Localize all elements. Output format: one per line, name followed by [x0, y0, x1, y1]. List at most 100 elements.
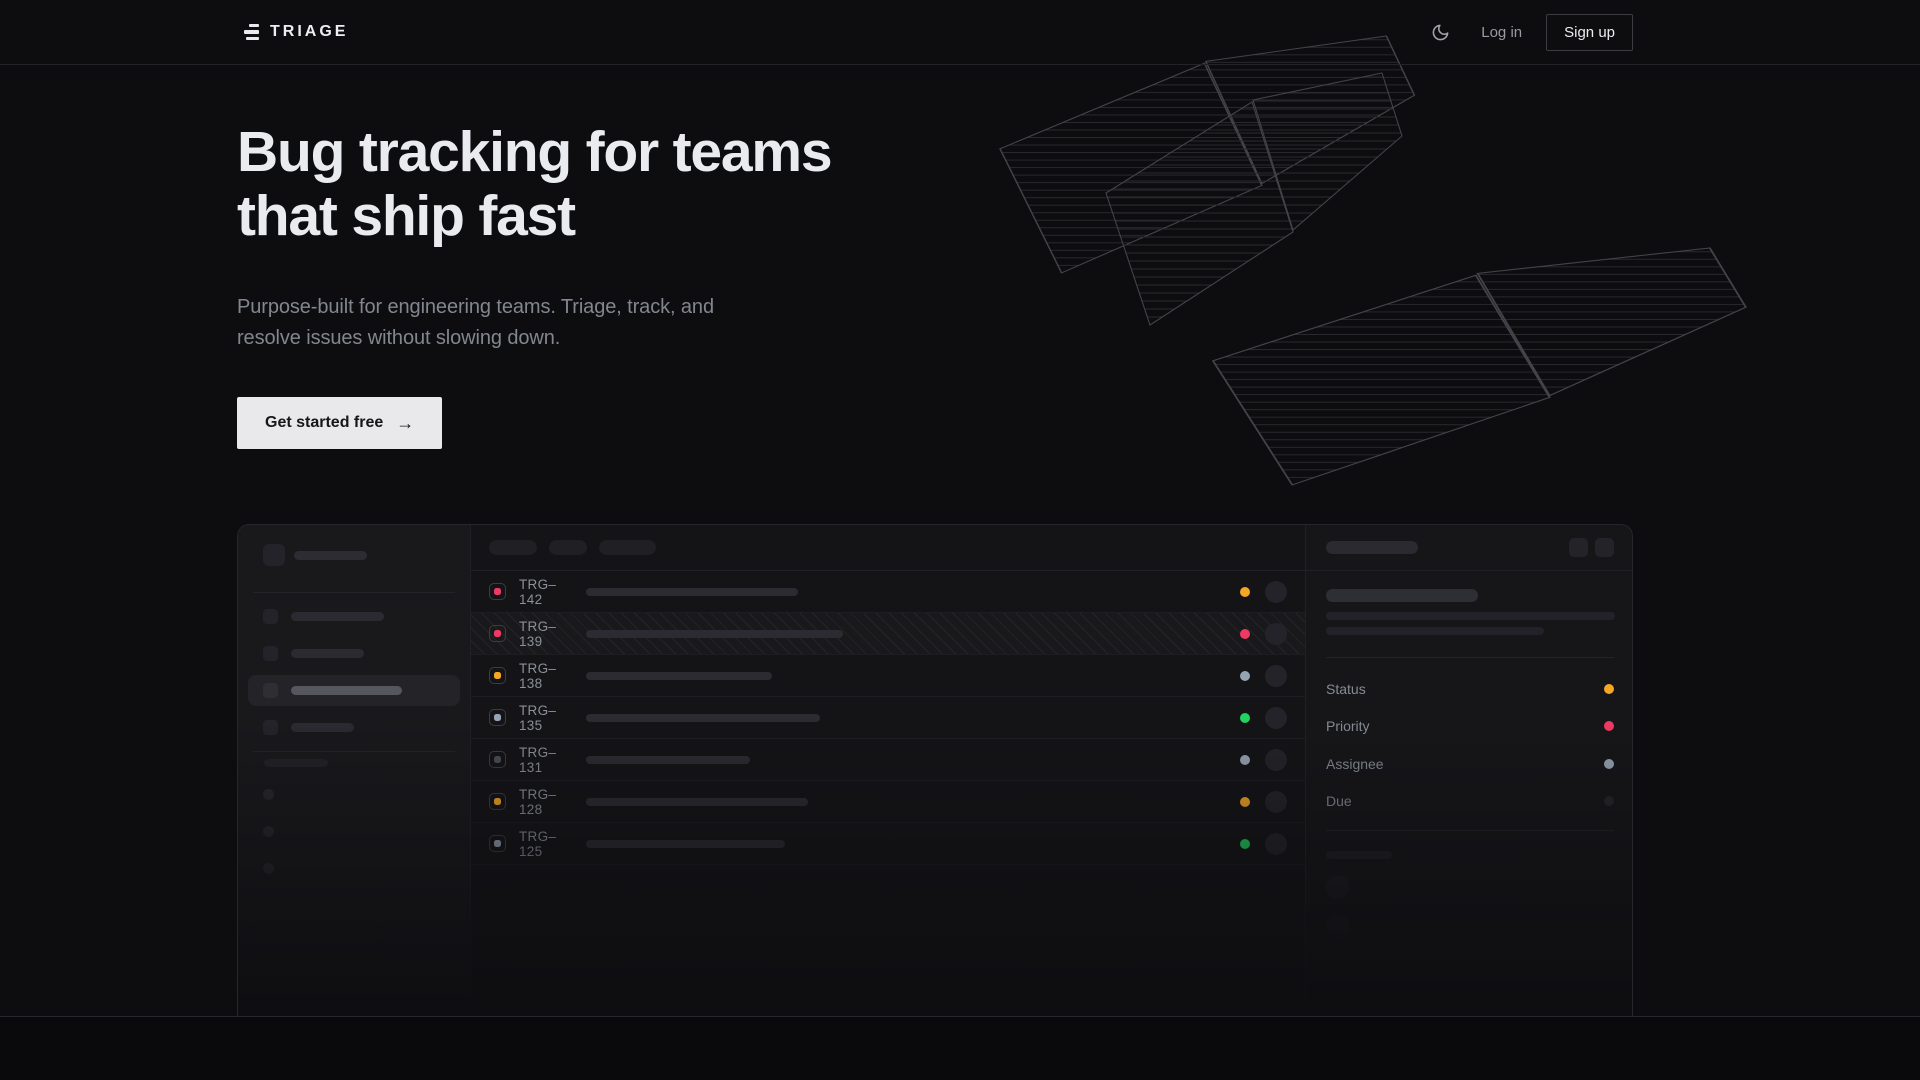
detail-field-dot: [1604, 721, 1614, 731]
sidebar-item-icon-skeleton: [263, 683, 278, 698]
issue-row: TRG–139: [471, 613, 1305, 655]
detail-field-label: Due: [1326, 793, 1352, 809]
detail-field-dot: [1604, 796, 1614, 806]
list-tab-skeleton: [599, 540, 656, 555]
issue-row: TRG–128: [471, 781, 1305, 823]
issue-row: TRG–125: [471, 823, 1305, 865]
issue-row: TRG–138: [471, 655, 1305, 697]
detail-field-dot: [1604, 684, 1614, 694]
issue-title-skeleton: [586, 714, 820, 722]
detail-action-skeleton: [1595, 538, 1614, 557]
issue-row: TRG–131: [471, 739, 1305, 781]
top-nav: TRIAGE Log in Sign up: [0, 0, 1920, 64]
detail-avatar-skeleton: [1326, 875, 1350, 899]
detail-divider: [1326, 657, 1614, 658]
issue-title-skeleton: [586, 630, 843, 638]
nav-actions: Log in Sign up: [1423, 14, 1633, 51]
issue-status-dot: [1240, 587, 1250, 597]
issue-avatar-skeleton: [1265, 707, 1287, 729]
sidebar-nav-skeleton: [248, 601, 460, 749]
sidebar-item-skeleton: [248, 675, 460, 706]
sidebar-item-icon-skeleton: [263, 646, 278, 661]
detail-fields: Status PriorityAssignee Due: [1326, 670, 1614, 820]
list-tab-skeleton: [549, 540, 587, 555]
issue-row: TRG–142: [471, 571, 1305, 613]
brand-logo[interactable]: TRIAGE: [237, 23, 348, 41]
get-started-button[interactable]: Get started free →: [237, 397, 442, 449]
issue-id: TRG–142: [519, 577, 573, 607]
wireframe-decoration: [0, 0, 1920, 540]
moon-icon: [1431, 23, 1450, 42]
detail-field-dot: [1604, 759, 1614, 769]
issue-status-dot: [1240, 671, 1250, 681]
hero-title-line2: that ship fast: [237, 184, 831, 248]
detail-action-skeleton: [1569, 538, 1588, 557]
issue-status-dot: [1240, 797, 1250, 807]
issue-title-skeleton: [586, 798, 808, 806]
issue-status-dot: [1240, 629, 1250, 639]
issue-status-dot: [1240, 839, 1250, 849]
sidebar-item-icon-skeleton: [263, 720, 278, 735]
detail-header-buttons: [1569, 538, 1614, 557]
issue-id: TRG–135: [519, 703, 573, 733]
detail-field-row: Priority: [1326, 708, 1614, 746]
issue-type-icon: [489, 835, 506, 852]
get-started-label: Get started free: [265, 414, 383, 432]
sidebar-item-skeleton: [248, 712, 460, 743]
mock-issue-list: TRG–142 TRG–139 TRG–138 TRG–135 TRG–131 TRG–1…: [471, 525, 1306, 1016]
product-mock-window: TRG–142 TRG–139 TRG–138 TRG–135 TRG–131 TRG–1…: [237, 524, 1633, 1016]
sidebar-dot-skeleton: [263, 789, 274, 800]
sidebar-item-label-skeleton: [291, 612, 384, 621]
issue-title-skeleton: [586, 588, 798, 596]
detail-field-row: Assignee: [1326, 745, 1614, 783]
sidebar-item-label-skeleton: [291, 723, 354, 732]
issue-type-icon: [489, 751, 506, 768]
arrow-right-icon: →: [396, 414, 414, 432]
sign-up-button[interactable]: Sign up: [1546, 14, 1633, 51]
footer-band: [0, 1016, 1920, 1080]
issue-avatar-skeleton: [1265, 833, 1287, 855]
issue-avatar-skeleton: [1265, 581, 1287, 603]
triage-bars-icon: [237, 24, 259, 41]
issue-title-skeleton: [586, 672, 772, 680]
sidebar-divider: [253, 592, 455, 593]
issue-status-dot: [1240, 713, 1250, 723]
issue-type-icon: [489, 583, 506, 600]
workspace-icon-skeleton: [263, 544, 285, 566]
detail-text-skeleton: [1326, 612, 1615, 620]
detail-text-skeleton: [1326, 627, 1544, 635]
detail-divider: [1326, 830, 1614, 831]
detail-field-row: Due: [1326, 783, 1614, 821]
hero-title-line1: Bug tracking for teams: [237, 120, 831, 184]
mock-detail-panel: Status PriorityAssignee Due: [1306, 525, 1632, 1016]
issue-type-icon: [489, 625, 506, 642]
theme-toggle-button[interactable]: [1423, 15, 1457, 49]
issue-type-icon: [489, 667, 506, 684]
detail-field-row: Status: [1326, 670, 1614, 708]
sidebar-item-label-skeleton: [291, 686, 402, 695]
detail-field-label: Status: [1326, 681, 1366, 697]
brand-name: TRIAGE: [270, 23, 348, 41]
issue-type-icon: [489, 793, 506, 810]
issue-rows: TRG–142 TRG–139 TRG–138 TRG–135 TRG–131 TRG–1…: [471, 571, 1305, 865]
sidebar-section-skeleton: [264, 759, 328, 767]
issue-id: TRG–138: [519, 661, 573, 691]
issue-id: TRG–125: [519, 829, 573, 859]
workspace-name-skeleton: [294, 551, 367, 560]
issue-type-icon: [489, 709, 506, 726]
issue-avatar-skeleton: [1265, 665, 1287, 687]
sidebar-divider: [253, 751, 455, 752]
nav-divider: [0, 64, 1920, 65]
hero-title: Bug tracking for teams that ship fast: [237, 120, 831, 248]
detail-avatar-skeleton: [1326, 915, 1350, 939]
sidebar-item-skeleton: [248, 601, 460, 632]
issue-title-skeleton: [586, 840, 785, 848]
mock-sidebar: [238, 525, 471, 1016]
issue-title-skeleton: [586, 756, 750, 764]
list-tab-skeleton: [489, 540, 537, 555]
issue-id: TRG–131: [519, 745, 573, 775]
detail-header-skeleton: [1326, 541, 1418, 554]
issue-row: TRG–135: [471, 697, 1305, 739]
sidebar-item-icon-skeleton: [263, 609, 278, 624]
log-in-link[interactable]: Log in: [1481, 24, 1522, 41]
